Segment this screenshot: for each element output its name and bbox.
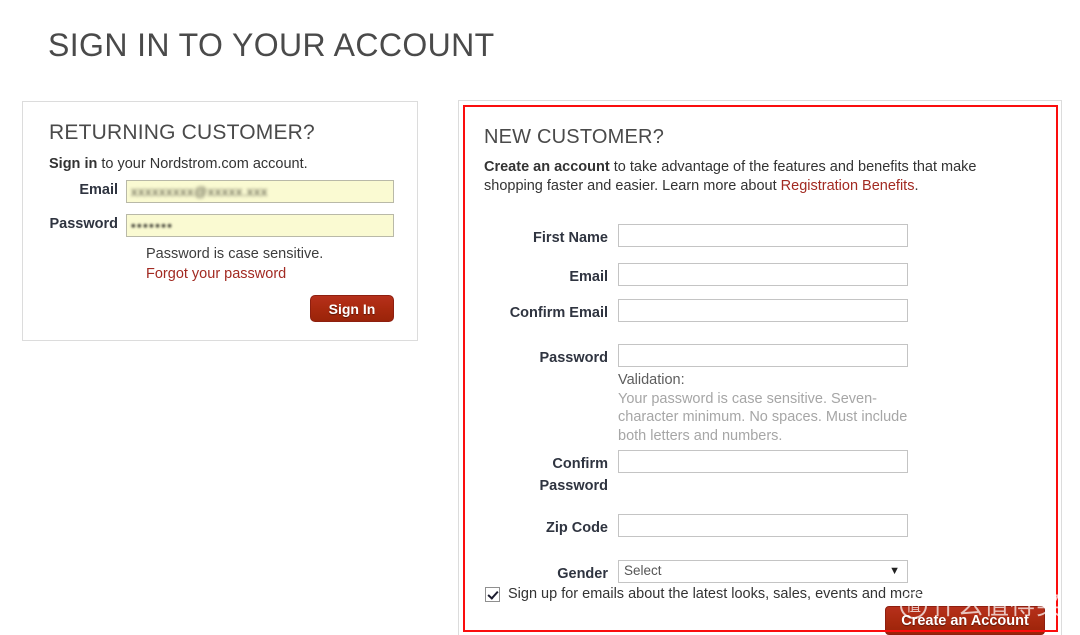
returning-email-label: Email xyxy=(79,182,118,198)
create-account-bold-text: Create an account xyxy=(484,159,610,175)
zip-code-input[interactable] xyxy=(618,514,908,537)
returning-password-value: ••••••• xyxy=(131,218,174,233)
returning-password-label: Password xyxy=(49,216,119,232)
newsletter-label: Sign up for emails about the latest look… xyxy=(508,586,924,602)
sign-in-rest-text: to your Nordstrom.com account. xyxy=(97,156,308,172)
first-name-label: First Name xyxy=(533,230,608,246)
returning-email-row: Email xxxxxxxxx@xxxxx.xxx xyxy=(23,180,395,204)
returning-customer-heading: RETURNING CUSTOMER? xyxy=(49,121,315,144)
password-input[interactable] xyxy=(618,344,908,367)
validation-heading: Validation: xyxy=(618,372,685,388)
registration-benefits-link[interactable]: Registration Benefits xyxy=(781,178,915,194)
newsletter-checkbox[interactable] xyxy=(485,586,500,602)
chevron-down-icon: ▼ xyxy=(889,565,900,577)
page-title: SIGN IN TO YOUR ACCOUNT xyxy=(48,27,495,63)
new-customer-desc-period: . xyxy=(914,178,919,194)
confirm-email-label: Confirm Email xyxy=(509,305,608,321)
confirm-email-input[interactable] xyxy=(618,299,908,322)
password-validation-text: Validation: Your password is case sensit… xyxy=(618,371,914,445)
zip-code-label: Zip Code xyxy=(545,520,608,536)
returning-password-row: Password ••••••• xyxy=(23,214,395,238)
returning-customer-panel: RETURNING CUSTOMER? Sign in to your Nord… xyxy=(22,101,418,341)
email-input[interactable] xyxy=(618,263,908,286)
returning-customer-subtitle: Sign in to your Nordstrom.com account. xyxy=(49,156,308,172)
returning-email-value: xxxxxxxxx@xxxxx.xxx xyxy=(131,184,268,199)
email-label: Email xyxy=(569,269,608,285)
sign-in-button[interactable]: Sign In xyxy=(310,295,394,322)
password-case-note: Password is case sensitive. xyxy=(146,246,324,262)
gender-selected-value: Select xyxy=(624,563,662,578)
returning-password-input[interactable]: ••••••• xyxy=(126,214,394,237)
sign-in-bold-text: Sign in xyxy=(49,156,98,172)
new-customer-heading: NEW CUSTOMER? xyxy=(484,126,665,148)
newsletter-row: Sign up for emails about the latest look… xyxy=(485,586,923,602)
validation-body: Your password is case sensitive. Seven-c… xyxy=(618,390,908,444)
password-label: Password xyxy=(539,350,609,366)
confirm-password-label: Confirm Password xyxy=(539,456,609,494)
gender-select[interactable]: Select ▼ xyxy=(618,560,908,583)
confirm-password-input[interactable] xyxy=(618,450,908,473)
gender-label: Gender xyxy=(557,566,608,582)
create-account-button[interactable]: Create an Account xyxy=(885,606,1045,635)
forgot-password-link[interactable]: Forgot your password xyxy=(146,266,286,282)
new-customer-description: Create an account to take advantage of t… xyxy=(484,158,1024,196)
first-name-input[interactable] xyxy=(618,224,908,247)
returning-email-input[interactable]: xxxxxxxxx@xxxxx.xxx xyxy=(126,180,394,203)
